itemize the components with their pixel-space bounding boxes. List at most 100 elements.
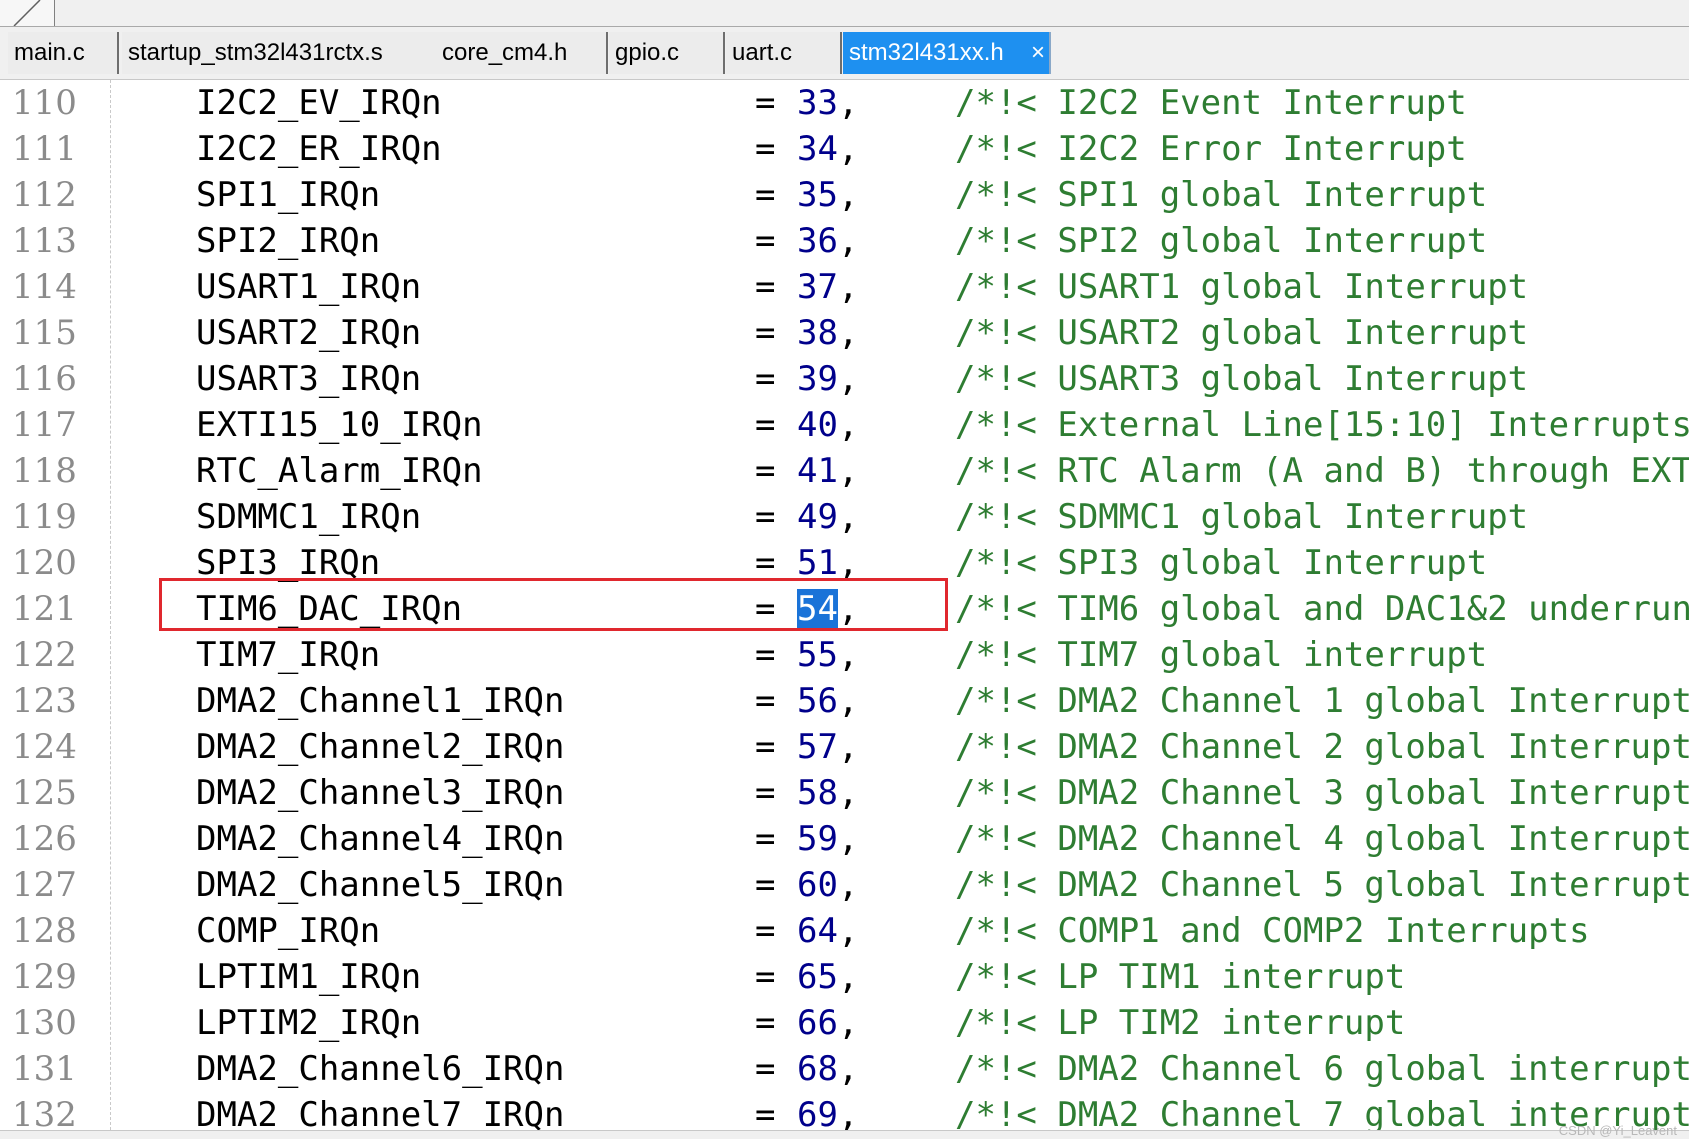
enum-value: 49 xyxy=(797,497,838,537)
enum-value: 39 xyxy=(797,359,838,399)
code-line[interactable]: 129 LPTIM1_IRQn = 65, /*!< LP TIM1 interrupt xyxy=(0,954,1689,1000)
tab-gpio-c[interactable]: gpio.c xyxy=(609,32,725,74)
equals-sign: = xyxy=(755,543,776,583)
line-number: 115 xyxy=(12,313,77,353)
enum-identifier: USART3_IRQn xyxy=(196,359,422,399)
code-comment: /*!< LP TIM1 interrupt xyxy=(955,957,1406,997)
code-comment: /*!< USART1 global Interrupt xyxy=(955,267,1529,307)
code-comment: /*!< I2C2 Event Interrupt xyxy=(955,83,1467,123)
code-line[interactable]: 110 I2C2_EV_IRQn = 33, /*!< I2C2 Event Inter… xyxy=(0,80,1689,126)
enum-value-wrap: 51, xyxy=(797,540,858,586)
code-line[interactable]: 114 USART1_IRQn = 37, /*!< USART1 global Int… xyxy=(0,264,1689,310)
line-number: 125 xyxy=(12,773,77,813)
enum-value: 34 xyxy=(797,129,838,169)
enum-value: 36 xyxy=(797,221,838,261)
tab-uart-c[interactable]: uart.c xyxy=(726,32,842,74)
enum-value-wrap: 56, xyxy=(797,678,858,724)
line-number: 120 xyxy=(12,543,77,583)
line-number: 129 xyxy=(12,957,77,997)
code-line[interactable]: 127 DMA2_Channel5_IRQn = 60, /*!< DMA2 Chann… xyxy=(0,862,1689,908)
enum-value: 66 xyxy=(797,1003,838,1043)
tab-main-c[interactable]: main.c xyxy=(8,32,119,74)
code-line[interactable]: 112 SPI1_IRQn = 35, /*!< SPI1 global Interru… xyxy=(0,172,1689,218)
comma: , xyxy=(837,1003,859,1043)
enum-identifier: USART1_IRQn xyxy=(196,267,422,307)
enum-identifier: DMA2_Channel3_IRQn xyxy=(196,773,565,813)
code-line[interactable]: 132 DMA2_Channel7_IRQn = 69,/*!< DMA2 Chann… xyxy=(0,1092,1689,1130)
code-comment: /*!< TIM7 global interrupt xyxy=(955,635,1488,675)
enum-identifier: LPTIM1_IRQn xyxy=(196,957,422,997)
toolbar-corner[interactable] xyxy=(0,0,55,26)
line-number: 121 xyxy=(12,589,77,629)
line-number: 132 xyxy=(12,1095,77,1130)
code-line[interactable]: 117 EXTI15_10_IRQn = 40, /*!< External Line[… xyxy=(0,402,1689,448)
equals-sign: = xyxy=(755,359,776,399)
line-number: 122 xyxy=(12,635,77,675)
code-comment: /*!< TIM6 global and DAC1&2 underrun xyxy=(955,589,1689,629)
tab-label: startup_stm32l431rctx.s xyxy=(128,39,383,66)
line-number: 113 xyxy=(12,221,77,261)
enum-identifier: DMA2_Channel6_IRQn xyxy=(196,1049,565,1089)
enum-identifier: DMA2_Channel7_IRQn xyxy=(196,1095,565,1130)
comma: , xyxy=(837,497,859,537)
code-line[interactable]: 122 TIM7_IRQn = 55, /*!< TIM7 global interru… xyxy=(0,632,1689,678)
code-line[interactable]: 125 DMA2_Channel3_IRQn = 58, /*!< DMA2 Chann… xyxy=(0,770,1689,816)
code-line[interactable]: 121 TIM6_DAC_IRQn = 54, /*!< TIM6 global and… xyxy=(0,586,1689,632)
line-number: 111 xyxy=(12,129,77,169)
code-line[interactable]: 124 DMA2_Channel2_IRQn = 57, /*!< DMA2 Chann… xyxy=(0,724,1689,770)
code-line[interactable]: 113 SPI2_IRQn = 36, /*!< SPI2 global Interru… xyxy=(0,218,1689,264)
code-line[interactable]: 118 RTC_Alarm_IRQn = 41, /*!< RTC Alarm (A a… xyxy=(0,448,1689,494)
equals-sign: = xyxy=(755,313,776,353)
selected-enum-value: 54 xyxy=(797,589,838,629)
comma: , xyxy=(837,267,859,307)
line-number: 118 xyxy=(12,451,77,491)
code-line[interactable]: 115 USART2_IRQn = 38, /*!< USART2 global Int… xyxy=(0,310,1689,356)
code-line[interactable]: 130 LPTIM2_IRQn = 66, /*!< LP TIM2 interrupt xyxy=(0,1000,1689,1046)
code-line[interactable]: 128 COMP_IRQn = 64, /*!< COMP1 and COMP2 Int… xyxy=(0,908,1689,954)
code-comment: /*!< SPI2 global Interrupt xyxy=(955,221,1488,261)
enum-value-wrap: 49, xyxy=(797,494,858,540)
line-number: 114 xyxy=(12,267,77,307)
code-comment: /*!< SDMMC1 global Interrupt xyxy=(955,497,1529,537)
code-line[interactable]: 116 USART3_IRQn = 39, /*!< USART3 global Int… xyxy=(0,356,1689,402)
comma: , xyxy=(837,129,859,169)
enum-value: 58 xyxy=(797,773,838,813)
code-comment: /*!< USART3 global Interrupt xyxy=(955,359,1529,399)
enum-value-wrap: 55, xyxy=(797,632,858,678)
code-line[interactable]: 131 DMA2_Channel6_IRQn = 68, /*!< DMA2 Chann… xyxy=(0,1046,1689,1092)
code-line[interactable]: 123 DMA2_Channel1_IRQn = 56, /*!< DMA2 Chann… xyxy=(0,678,1689,724)
code-comment: /*!< DMA2 Channel 4 global Interrupt xyxy=(955,819,1689,859)
equals-sign: = xyxy=(755,865,776,905)
enum-value-wrap: 38, xyxy=(797,310,858,356)
code-comment: /*!< SPI1 global Interrupt xyxy=(955,175,1488,215)
comma: , xyxy=(837,405,859,445)
enum-identifier: TIM7_IRQn xyxy=(196,635,381,675)
tab-core-cm4-h[interactable]: core_cm4.h xyxy=(436,32,608,74)
code-line[interactable]: 120 SPI3_IRQn = 51, /*!< SPI3 global Interru… xyxy=(0,540,1689,586)
tab-startup-stm32l431rctx-s[interactable]: startup_stm32l431rctx.s xyxy=(122,32,438,74)
diagonal-line-icon xyxy=(13,0,41,26)
horizontal-scrollbar[interactable]: CSDN @Yi_Leavent xyxy=(0,1123,1689,1139)
close-icon[interactable]: × xyxy=(1031,32,1045,74)
code-comment: /*!< RTC Alarm (A and B) through EXTI xyxy=(955,451,1689,491)
code-line[interactable]: 119 SDMMC1_IRQn = 49, /*!< SDMMC1 global Int… xyxy=(0,494,1689,540)
code-line[interactable]: 111 I2C2_ER_IRQn = 34, /*!< I2C2 Error Inter… xyxy=(0,126,1689,172)
equals-sign: = xyxy=(755,1003,776,1043)
enum-value: 40 xyxy=(797,405,838,445)
enum-value: 33 xyxy=(797,83,838,123)
enum-value-wrap: 35, xyxy=(797,172,858,218)
top-toolbar-strip xyxy=(0,0,1689,27)
tab-stm32l431xx-h[interactable]: stm32l431xx.h × xyxy=(843,32,1051,74)
enum-identifier: SPI1_IRQn xyxy=(196,175,381,215)
equals-sign: = xyxy=(755,129,776,169)
code-comment: /*!< DMA2 Channel 2 global Interrupt xyxy=(955,727,1689,767)
file-tab-bar: main.c startup_stm32l431rctx.s core_cm4.… xyxy=(0,27,1689,80)
comma: , xyxy=(837,865,859,905)
equals-sign: = xyxy=(755,221,776,261)
enum-value-wrap: 59, xyxy=(797,816,858,862)
code-editor[interactable]: 110 I2C2_EV_IRQn = 33, /*!< I2C2 Event Inter… xyxy=(0,80,1689,1130)
tab-label: gpio.c xyxy=(615,39,680,66)
enum-value: 68 xyxy=(797,1049,838,1089)
code-line[interactable]: 126 DMA2_Channel4_IRQn = 59, /*!< DMA2 Chann… xyxy=(0,816,1689,862)
equals-sign: = xyxy=(755,405,776,445)
